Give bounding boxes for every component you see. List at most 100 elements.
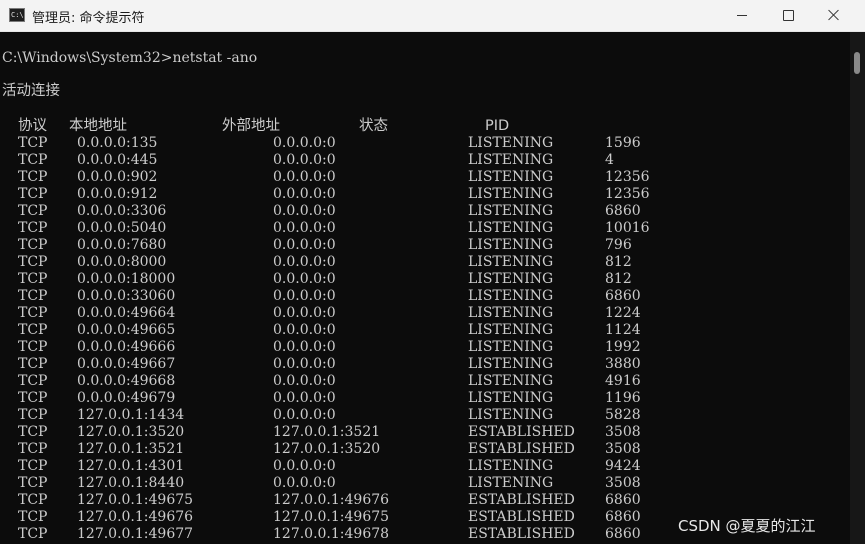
pid-cell: 6860 bbox=[605, 288, 641, 304]
foreign-address-cell: 127.0.0.1:3520 bbox=[273, 441, 381, 457]
pid-cell: 3880 bbox=[605, 356, 641, 372]
pid-cell: 4916 bbox=[605, 373, 641, 389]
pid-cell: 10016 bbox=[605, 220, 650, 236]
section-title: 活动连接 bbox=[2, 83, 60, 99]
protocol-cell: TCP bbox=[18, 271, 48, 287]
local-address-cell: 0.0.0.0:18000 bbox=[77, 271, 176, 287]
pid-cell: 4 bbox=[605, 152, 614, 168]
pid-cell: 9424 bbox=[605, 458, 641, 474]
foreign-address-cell: 0.0.0.0:0 bbox=[273, 475, 336, 491]
local-address-cell: 0.0.0.0:135 bbox=[77, 135, 158, 151]
title-bar[interactable]: C:\ 管理员: 命令提示符 bbox=[0, 0, 865, 32]
pid-cell: 1224 bbox=[605, 305, 641, 321]
local-address-cell: 127.0.0.1:49675 bbox=[77, 492, 194, 508]
protocol-cell: TCP bbox=[18, 237, 48, 253]
protocol-cell: TCP bbox=[18, 407, 48, 423]
pid-cell: 6860 bbox=[605, 526, 641, 542]
foreign-address-cell: 0.0.0.0:0 bbox=[273, 356, 336, 372]
foreign-address-cell: 0.0.0.0:0 bbox=[273, 322, 336, 338]
protocol-cell: TCP bbox=[18, 186, 48, 202]
local-address-cell: 127.0.0.1:1434 bbox=[77, 407, 185, 423]
foreign-address-cell: 127.0.0.1:49678 bbox=[273, 526, 390, 542]
pid-cell: 3508 bbox=[605, 441, 641, 457]
state-cell: LISTENING bbox=[468, 135, 554, 151]
state-cell: LISTENING bbox=[468, 407, 554, 423]
protocol-cell: TCP bbox=[18, 220, 48, 236]
protocol-cell: TCP bbox=[18, 424, 48, 440]
close-button[interactable] bbox=[811, 0, 857, 31]
state-cell: LISTENING bbox=[468, 373, 554, 389]
protocol-cell: TCP bbox=[18, 458, 48, 474]
foreign-address-cell: 0.0.0.0:0 bbox=[273, 169, 336, 185]
vertical-scrollbar[interactable] bbox=[850, 32, 865, 544]
local-address-cell: 127.0.0.1:3520 bbox=[77, 424, 185, 440]
local-address-cell: 0.0.0.0:445 bbox=[77, 152, 158, 168]
watermark: CSDN @夏夏的江江 bbox=[678, 517, 816, 535]
pid-cell: 6860 bbox=[605, 492, 641, 508]
protocol-cell: TCP bbox=[18, 373, 48, 389]
scrollbar-thumb[interactable] bbox=[854, 52, 860, 74]
close-icon bbox=[828, 9, 840, 21]
local-address-cell: 0.0.0.0:49667 bbox=[77, 356, 176, 372]
minimize-button[interactable] bbox=[719, 0, 765, 31]
maximize-button[interactable] bbox=[765, 0, 811, 31]
local-address-cell: 0.0.0.0:7680 bbox=[77, 237, 167, 253]
pid-cell: 812 bbox=[605, 254, 632, 270]
foreign-address-cell: 0.0.0.0:0 bbox=[273, 390, 336, 406]
foreign-address-cell: 0.0.0.0:0 bbox=[273, 458, 336, 474]
local-address-cell: 0.0.0.0:8000 bbox=[77, 254, 167, 270]
state-cell: LISTENING bbox=[468, 254, 554, 270]
local-address-cell: 0.0.0.0:49665 bbox=[77, 322, 176, 338]
foreign-address-cell: 0.0.0.0:0 bbox=[273, 203, 336, 219]
foreign-address-cell: 127.0.0.1:49676 bbox=[273, 492, 390, 508]
local-address-cell: 0.0.0.0:33060 bbox=[77, 288, 176, 304]
foreign-address-cell: 0.0.0.0:0 bbox=[273, 135, 336, 151]
local-address-cell: 0.0.0.0:49664 bbox=[77, 305, 176, 321]
pid-cell: 12356 bbox=[605, 186, 650, 202]
protocol-cell: TCP bbox=[18, 135, 48, 151]
command-line: C:\Windows\System32>netstat -ano bbox=[2, 50, 258, 66]
pid-cell: 1124 bbox=[605, 322, 641, 338]
foreign-address-cell: 0.0.0.0:0 bbox=[273, 254, 336, 270]
console-output[interactable]: C:\Windows\System32>netstat -ano 活动连接 协议… bbox=[0, 32, 850, 544]
local-address-cell: 127.0.0.1:4301 bbox=[77, 458, 185, 474]
cmd-icon: C:\ bbox=[9, 8, 25, 22]
pid-cell: 6860 bbox=[605, 509, 641, 525]
state-cell: ESTABLISHED bbox=[468, 526, 575, 542]
minimize-icon bbox=[737, 15, 747, 16]
state-cell: LISTENING bbox=[468, 169, 554, 185]
local-address-cell: 127.0.0.1:49677 bbox=[77, 526, 194, 542]
state-cell: LISTENING bbox=[468, 271, 554, 287]
pid-cell: 12356 bbox=[605, 169, 650, 185]
header-local-address: 本地地址 bbox=[69, 118, 127, 134]
foreign-address-cell: 0.0.0.0:0 bbox=[273, 271, 336, 287]
protocol-cell: TCP bbox=[18, 390, 48, 406]
pid-cell: 6860 bbox=[605, 203, 641, 219]
pid-cell: 1596 bbox=[605, 135, 641, 151]
foreign-address-cell: 0.0.0.0:0 bbox=[273, 237, 336, 253]
protocol-cell: TCP bbox=[18, 339, 48, 355]
protocol-cell: TCP bbox=[18, 441, 48, 457]
state-cell: LISTENING bbox=[468, 305, 554, 321]
protocol-cell: TCP bbox=[18, 492, 48, 508]
header-protocol: 协议 bbox=[18, 118, 47, 134]
state-cell: LISTENING bbox=[468, 220, 554, 236]
foreign-address-cell: 0.0.0.0:0 bbox=[273, 305, 336, 321]
local-address-cell: 127.0.0.1:49676 bbox=[77, 509, 194, 525]
state-cell: ESTABLISHED bbox=[468, 492, 575, 508]
protocol-cell: TCP bbox=[18, 526, 48, 542]
local-address-cell: 0.0.0.0:5040 bbox=[77, 220, 167, 236]
state-cell: ESTABLISHED bbox=[468, 509, 575, 525]
maximize-icon bbox=[783, 10, 794, 21]
pid-cell: 812 bbox=[605, 271, 632, 287]
pid-cell: 1992 bbox=[605, 339, 641, 355]
local-address-cell: 127.0.0.1:8440 bbox=[77, 475, 185, 491]
protocol-cell: TCP bbox=[18, 305, 48, 321]
state-cell: LISTENING bbox=[468, 237, 554, 253]
state-cell: LISTENING bbox=[468, 186, 554, 202]
foreign-address-cell: 0.0.0.0:0 bbox=[273, 220, 336, 236]
local-address-cell: 127.0.0.1:3521 bbox=[77, 441, 185, 457]
state-cell: LISTENING bbox=[468, 322, 554, 338]
pid-cell: 3508 bbox=[605, 475, 641, 491]
protocol-cell: TCP bbox=[18, 475, 48, 491]
